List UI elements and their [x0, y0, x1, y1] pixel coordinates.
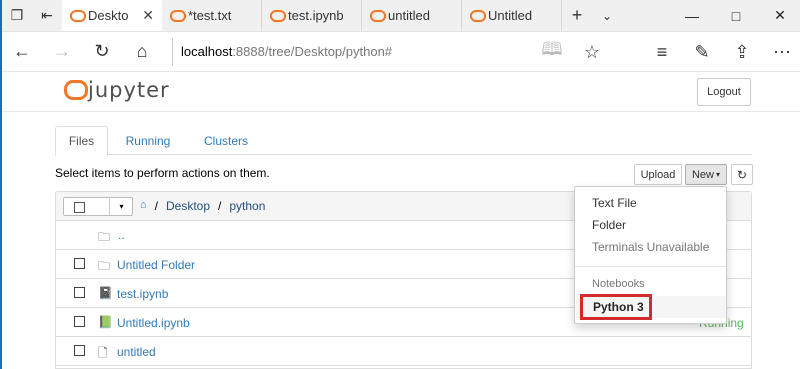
home-folder-icon[interactable]: ⌂ — [140, 199, 147, 213]
browser-window: ❐ ⇤ Deskto ✕ *test.txt test.ipynb untitl… — [0, 0, 800, 369]
row-checkbox[interactable] — [74, 345, 85, 356]
jupyter-favicon-icon — [70, 9, 86, 22]
list-item-name: .. — [118, 228, 125, 242]
window-controls: — □ ✕ — [670, 0, 800, 31]
jupyter-logo[interactable]: jupyter — [64, 78, 170, 102]
folder-icon: 🗀 — [98, 259, 111, 273]
new-tab-plus-icon[interactable]: + — [562, 0, 592, 31]
caret-down-icon: ▾ — [716, 170, 721, 179]
reading-view-icon[interactable]: 🕮 — [532, 32, 572, 72]
address-bar[interactable]: localhost:8888/tree/Desktop/python# — [172, 37, 517, 66]
select-menu-caret-icon[interactable]: ▾ — [109, 198, 133, 215]
new-button-label: New — [691, 168, 714, 181]
menu-item-python3[interactable]: Python 3 — [580, 294, 652, 320]
browser-tab-4[interactable]: Untitled — [462, 0, 562, 31]
browser-tab-label: *test.txt — [188, 8, 232, 23]
jupyter-favicon-icon — [170, 9, 186, 22]
instructions-text: Select items to perform actions on them. — [55, 166, 270, 180]
back-arrow-icon[interactable]: ← — [2, 32, 42, 72]
more-dots-icon[interactable]: ⋯ — [762, 32, 800, 72]
web-note-pen-icon[interactable]: ✎ — [682, 32, 722, 72]
breadcrumb-separator: / — [154, 199, 158, 213]
share-icon[interactable]: ⇪ — [722, 32, 762, 72]
new-dropdown-button[interactable]: New ▾ — [685, 164, 727, 185]
row-checkbox[interactable] — [74, 287, 85, 298]
address-host: localhost — [181, 44, 233, 59]
nav-toolbar-right: 🕮 ☆ ≡ ✎ ⇪ ⋯ — [532, 32, 800, 72]
browser-tab-label: test.ipynb — [288, 8, 344, 23]
list-item-name[interactable]: Untitled.ipynb — [117, 316, 190, 330]
list-item-name[interactable]: test.ipynb — [117, 287, 168, 301]
browser-tab-label: Untitled — [488, 8, 533, 23]
browser-tab-label: Deskto — [88, 8, 129, 23]
jupyter-logo-icon — [64, 79, 88, 101]
home-icon[interactable]: ⌂ — [122, 32, 162, 72]
favorite-star-icon[interactable]: ☆ — [572, 32, 612, 72]
select-all-control[interactable]: ▾ — [63, 197, 133, 216]
jupyter-header: jupyter Logout — [2, 72, 800, 112]
jupyter-logo-text: jupyter — [88, 78, 170, 102]
logout-button[interactable]: Logout — [697, 78, 751, 106]
jupyter-favicon-icon — [470, 9, 486, 22]
dashboard-tabs: Files Running Clusters — [55, 126, 752, 156]
tab-files[interactable]: Files — [55, 126, 108, 156]
upload-button[interactable]: Upload — [634, 164, 682, 185]
breadcrumb-python[interactable]: python — [229, 199, 265, 213]
running-notebook-icon: 📗 — [98, 315, 113, 329]
breadcrumb-separator: / — [218, 199, 222, 213]
refresh-icon[interactable]: ↻ — [82, 32, 122, 72]
file-icon: 🗋 — [98, 346, 108, 360]
menu-section-notebooks: Notebooks — [592, 278, 645, 290]
close-window-icon[interactable]: ✕ — [758, 0, 800, 31]
address-path: :8888/tree/Desktop/python# — [232, 44, 393, 59]
close-tab-icon[interactable]: ✕ — [142, 7, 154, 24]
parent-dir-link[interactable]: 🗀 .. — [98, 228, 125, 249]
refresh-list-button[interactable]: ↻ — [731, 164, 753, 185]
list-item-name[interactable]: Untitled Folder — [117, 258, 195, 272]
row-checkbox[interactable] — [74, 316, 85, 327]
new-dropdown-menu: Text File Folder Terminals Unavailable N… — [574, 186, 727, 324]
browser-tab-label: untitled — [388, 8, 430, 23]
folder-icon: 🗀 — [98, 230, 111, 244]
list-item-name[interactable]: untitled — [117, 345, 156, 359]
navigation-bar: ← → ↻ ⌂ localhost:8888/tree/Desktop/pyth… — [2, 32, 800, 72]
tab-list-chevron-icon[interactable]: ⌄ — [592, 0, 622, 31]
browser-tab-3[interactable]: untitled — [362, 0, 462, 31]
select-all-checkbox[interactable] — [74, 202, 85, 213]
tab-running[interactable]: Running — [113, 126, 183, 155]
browser-tab-2[interactable]: test.ipynb — [262, 0, 362, 31]
maximize-icon[interactable]: □ — [714, 0, 758, 31]
toolbar-divider — [612, 32, 642, 72]
menu-divider — [575, 266, 726, 267]
forward-arrow-icon[interactable]: → — [42, 32, 82, 72]
breadcrumb-desktop[interactable]: Desktop — [166, 199, 210, 213]
set-aside-tabs-icon[interactable]: ⇤ — [32, 0, 62, 31]
menu-item-folder[interactable]: Folder — [592, 218, 626, 232]
tab-bar: ❐ ⇤ Deskto ✕ *test.txt test.ipynb untitl… — [2, 0, 800, 32]
minimize-icon[interactable]: — — [670, 0, 714, 31]
jupyter-favicon-icon — [370, 9, 386, 22]
hub-menu-icon[interactable]: ≡ — [642, 32, 682, 72]
menu-item-terminals-unavailable: Terminals Unavailable — [592, 240, 710, 254]
tab-manager-icon[interactable]: ❐ — [2, 0, 32, 31]
row-checkbox[interactable] — [74, 258, 85, 269]
list-item[interactable]: 🗋 untitled — [56, 337, 751, 366]
refresh-icon: ↻ — [736, 167, 748, 182]
breadcrumb: ⌂ / Desktop / python — [140, 199, 265, 213]
notebook-icon: 📓 — [98, 286, 113, 300]
jupyter-favicon-icon — [270, 9, 286, 22]
browser-tab-1[interactable]: *test.txt — [162, 0, 262, 31]
browser-tab-0[interactable]: Deskto ✕ — [62, 0, 162, 31]
tab-clusters[interactable]: Clusters — [190, 126, 262, 155]
menu-item-text-file[interactable]: Text File — [592, 196, 637, 210]
